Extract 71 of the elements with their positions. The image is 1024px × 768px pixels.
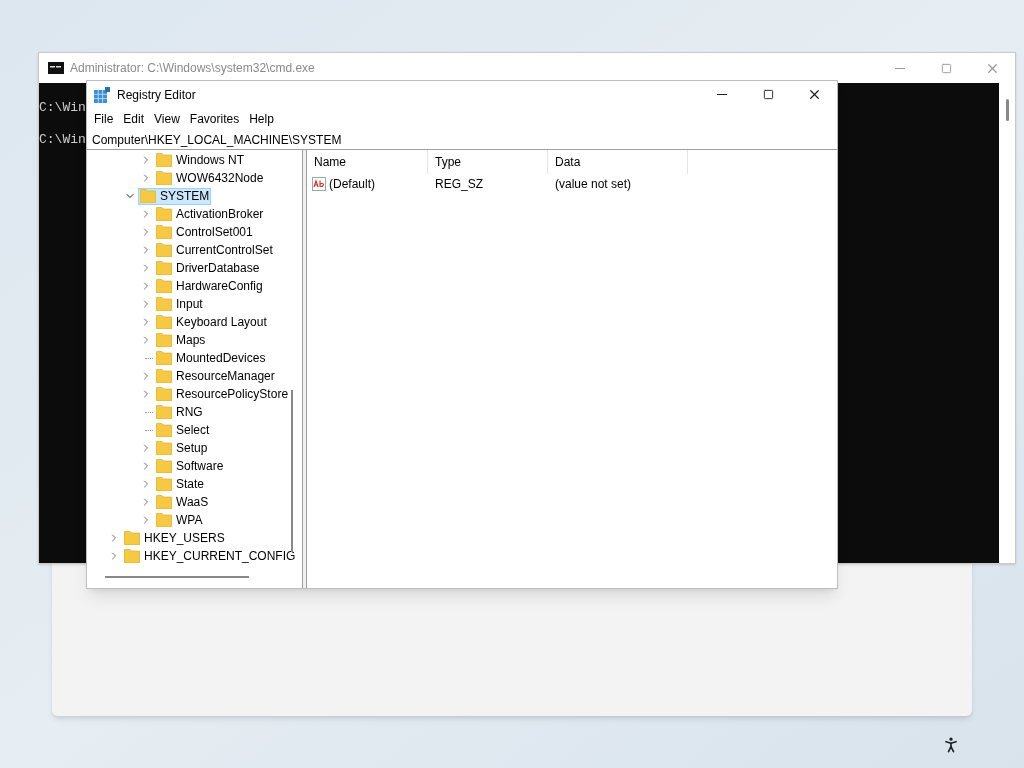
folder-icon bbox=[156, 441, 172, 455]
registry-icon bbox=[94, 86, 110, 103]
tree-item-label[interactable]: State bbox=[176, 478, 205, 490]
folder-icon bbox=[156, 495, 172, 509]
tree-item-label[interactable]: Maps bbox=[176, 334, 206, 346]
tree-item-label[interactable]: Select bbox=[176, 424, 210, 436]
folder-icon bbox=[156, 261, 172, 275]
folder-icon bbox=[156, 459, 172, 473]
tree-item-label[interactable]: RNG bbox=[176, 406, 203, 418]
minimize-icon bbox=[717, 94, 727, 95]
tree-item-label[interactable]: WPA bbox=[176, 514, 203, 526]
value-data: (value not set) bbox=[554, 176, 632, 193]
folder-icon bbox=[156, 225, 172, 239]
value-name: (Default) bbox=[329, 176, 375, 193]
column-header[interactable]: Type bbox=[428, 150, 548, 174]
folder-icon bbox=[156, 315, 172, 329]
folder-icon bbox=[156, 351, 172, 365]
scrollbar-thumb[interactable] bbox=[1005, 99, 1009, 121]
tree-item-label[interactable]: CurrentControlSet bbox=[176, 244, 273, 256]
maximize-icon bbox=[940, 62, 952, 74]
folder-icon bbox=[156, 171, 172, 185]
tree-item-label[interactable]: Setup bbox=[176, 442, 208, 454]
maximize-icon bbox=[762, 89, 774, 100]
window-title: Registry Editor bbox=[117, 86, 196, 104]
tree-item-label[interactable]: Windows NT bbox=[176, 154, 244, 166]
console-icon bbox=[48, 62, 64, 74]
column-header[interactable]: Name bbox=[307, 150, 428, 174]
tree-item-label[interactable]: MountedDevices bbox=[176, 352, 266, 364]
folder-icon bbox=[156, 153, 172, 167]
tree-item-label[interactable]: HKEY_CURRENT_CONFIG bbox=[144, 550, 296, 562]
tree-item-label[interactable]: Keyboard Layout bbox=[176, 316, 267, 328]
tree-item-label[interactable]: Software bbox=[176, 460, 224, 472]
tree-item-label[interactable]: Input bbox=[176, 298, 203, 310]
folder-icon bbox=[156, 387, 172, 401]
tree-item-label[interactable]: ActivationBroker bbox=[176, 208, 264, 220]
folder-icon bbox=[156, 207, 172, 221]
folder-icon bbox=[124, 531, 140, 545]
menu-item[interactable]: Help bbox=[244, 110, 279, 128]
column-header[interactable]: Data bbox=[548, 150, 688, 174]
tree-item-label[interactable]: HKEY_USERS bbox=[144, 532, 225, 544]
tree-item-label[interactable]: ResourceManager bbox=[176, 370, 275, 382]
menu-item[interactable]: File bbox=[89, 110, 119, 128]
folder-icon bbox=[156, 477, 172, 491]
tree-item-label[interactable]: HardwareConfig bbox=[176, 280, 263, 292]
console-line: C:\Win bbox=[39, 99, 86, 117]
folder-icon bbox=[156, 369, 172, 383]
address-bar[interactable]: Computer\HKEY_LOCAL_MACHINE\SYSTEM bbox=[87, 130, 837, 150]
folder-icon bbox=[156, 423, 172, 437]
menu-item[interactable]: View bbox=[149, 110, 185, 128]
string-value-icon bbox=[312, 177, 326, 191]
menu-item[interactable]: Edit bbox=[118, 110, 150, 128]
scrollbar-thumb[interactable] bbox=[105, 576, 249, 578]
folder-icon bbox=[156, 279, 172, 293]
folder-icon bbox=[156, 513, 172, 527]
tree-item-label[interactable]: ResourcePolicyStore bbox=[176, 388, 289, 400]
tree-item-label[interactable]: WOW6432Node bbox=[176, 172, 264, 184]
folder-icon bbox=[156, 243, 172, 257]
menu-item[interactable]: Favorites bbox=[184, 110, 245, 128]
value-type: REG_SZ bbox=[434, 176, 484, 193]
window-title: Administrator: C:\Windows\system32\cmd.exe bbox=[70, 60, 315, 77]
folder-icon bbox=[156, 297, 172, 311]
tree-item-label[interactable]: ControlSet001 bbox=[176, 226, 253, 238]
tree-item-label[interactable]: WaaS bbox=[176, 496, 209, 508]
folder-icon bbox=[156, 405, 172, 419]
tree-item-label[interactable]: DriverDatabase bbox=[176, 262, 260, 274]
folder-icon bbox=[140, 189, 156, 203]
folder-icon bbox=[124, 549, 140, 563]
folder-icon bbox=[156, 333, 172, 347]
console-line: C:\Win bbox=[39, 131, 86, 149]
minimize-icon bbox=[895, 67, 905, 69]
scrollbar-thumb[interactable] bbox=[291, 390, 293, 552]
